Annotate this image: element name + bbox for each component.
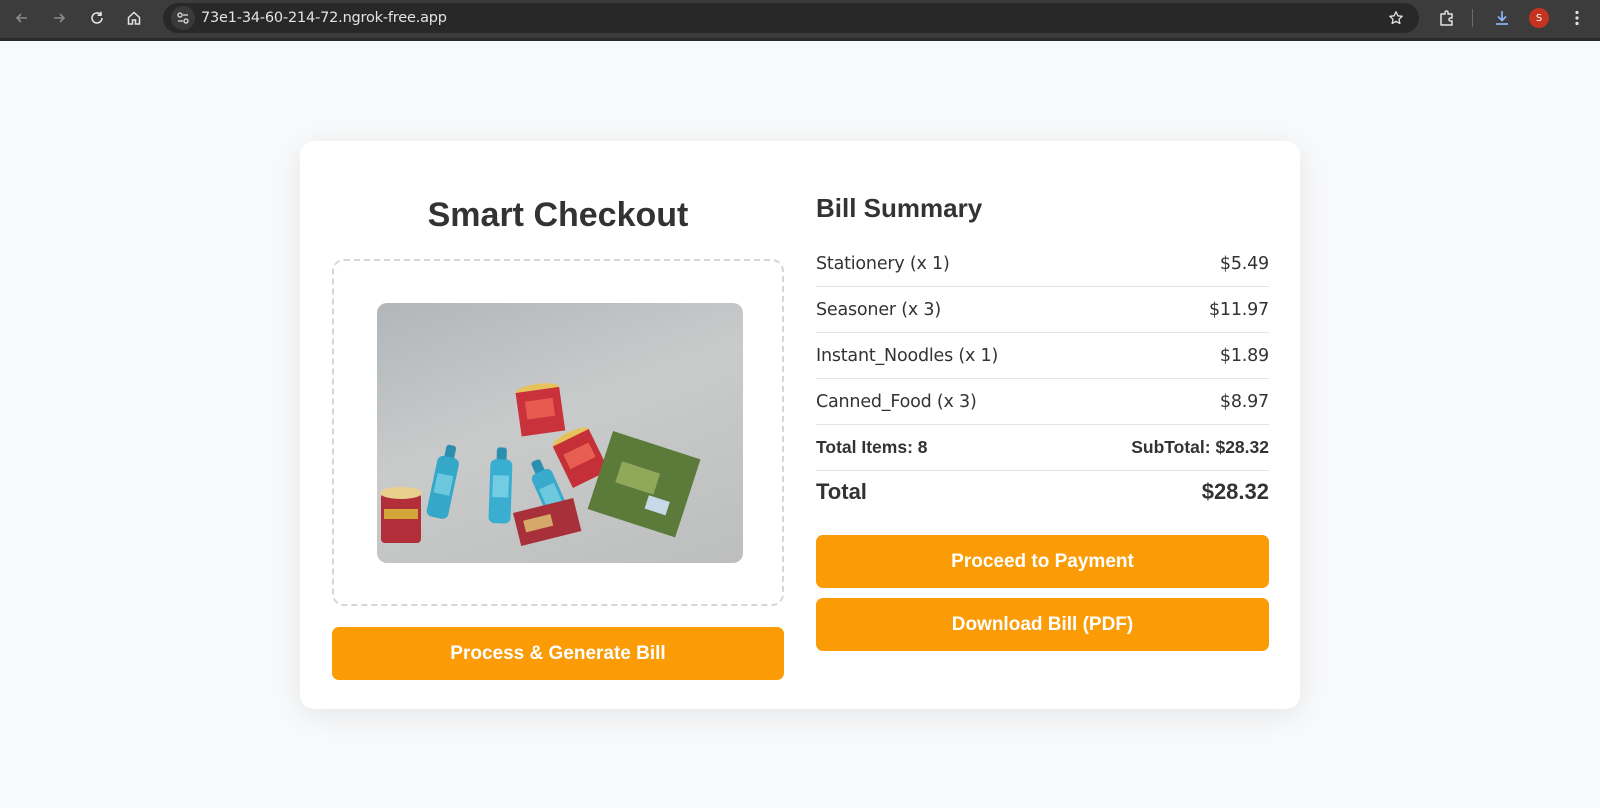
item-name: Canned_Food (x 3) xyxy=(816,391,977,412)
bill-summary-title: Bill Summary xyxy=(816,193,983,223)
downloads-button[interactable] xyxy=(1489,5,1515,31)
item-price: $11.97 xyxy=(1208,299,1269,320)
item-price: $1.89 xyxy=(1219,345,1269,366)
item-name: Instant_Noodles (x 1) xyxy=(816,345,999,366)
subtotal-amount: SubTotal: $28.32 xyxy=(1131,437,1269,457)
item-price: $5.49 xyxy=(1219,253,1269,274)
item-name: Stationery (x 1) xyxy=(816,253,950,274)
arrow-left-icon xyxy=(15,13,27,23)
list-item: Stationery (x 1) $5.49 xyxy=(816,241,1269,287)
back-button[interactable] xyxy=(10,6,34,30)
list-item: Seasoner (x 3) $11.97 xyxy=(816,287,1269,333)
subtotal-row: Total Items: 8 SubTotal: $28.32 xyxy=(816,425,1269,471)
toolbar-border xyxy=(0,38,1600,41)
download-icon xyxy=(1496,11,1508,25)
list-item: Instant_Noodles (x 1) $1.89 xyxy=(816,333,1269,379)
total-label: Total xyxy=(816,479,867,504)
address-bar[interactable]: 73e1-34-60-214-72.ngrok-free.app xyxy=(163,3,1419,33)
star-icon xyxy=(1389,11,1403,25)
toolbar-divider xyxy=(1472,9,1473,27)
profile-button[interactable]: S xyxy=(1526,5,1552,31)
arrow-right-icon xyxy=(54,13,66,23)
extensions-button[interactable] xyxy=(1434,5,1460,31)
forward-button[interactable] xyxy=(47,6,71,30)
checkout-card: Smart Checkout Process & Generate Bill B… xyxy=(300,141,1300,709)
download-pdf-button[interactable]: Download Bill (PDF) xyxy=(816,598,1269,651)
avatar: S xyxy=(1529,8,1549,28)
proceed-to-payment-button[interactable]: Proceed to Payment xyxy=(816,535,1269,588)
bookmark-button[interactable] xyxy=(1385,7,1407,29)
generate-bill-button[interactable]: Process & Generate Bill xyxy=(332,627,784,680)
item-name: Seasoner (x 3) xyxy=(816,299,941,320)
image-upload-zone[interactable] xyxy=(332,259,784,606)
reload-button[interactable] xyxy=(85,6,109,30)
site-info-button[interactable] xyxy=(171,6,195,30)
products-image xyxy=(380,383,701,546)
puzzle-icon xyxy=(1440,10,1453,26)
tune-icon xyxy=(177,12,189,24)
reload-icon xyxy=(91,11,103,24)
url-text[interactable]: 73e1-34-60-214-72.ngrok-free.app xyxy=(201,10,447,26)
list-item: Canned_Food (x 3) $8.97 xyxy=(816,379,1269,425)
home-button[interactable] xyxy=(122,6,146,30)
home-icon xyxy=(127,11,141,25)
item-price: $8.97 xyxy=(1219,391,1269,412)
page-title: Smart Checkout xyxy=(427,196,689,234)
bill-items-list: Stationery (x 1) $5.49 Seasoner (x 3) $1… xyxy=(816,241,1269,471)
menu-button[interactable] xyxy=(1564,5,1590,31)
browser-toolbar: 73e1-34-60-214-72.ngrok-free.app S xyxy=(0,0,1600,41)
kebab-menu-icon xyxy=(1575,10,1579,26)
total-items-count: Total Items: 8 xyxy=(816,437,928,457)
total-amount: $28.32 xyxy=(1201,479,1269,504)
total-row: Total $28.32 xyxy=(816,479,1269,505)
captured-items-photo xyxy=(377,303,743,563)
